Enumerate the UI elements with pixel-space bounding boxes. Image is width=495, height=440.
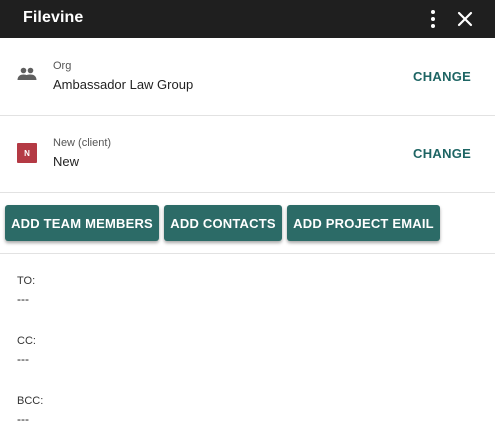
- app-header: Filevine: [0, 0, 495, 38]
- project-row: N New (client) New CHANGE: [0, 116, 495, 193]
- people-icon: [17, 67, 37, 86]
- org-label: Org: [53, 60, 72, 72]
- close-icon[interactable]: [455, 9, 475, 29]
- bcc-value: ---: [17, 412, 29, 426]
- bcc-field: BCC: ---: [17, 395, 477, 426]
- project-badge: N: [17, 143, 37, 163]
- add-contacts-button[interactable]: ADD CONTACTS: [164, 205, 282, 241]
- to-label: TO:: [17, 275, 36, 287]
- bcc-label: BCC:: [17, 395, 44, 407]
- action-bar: ADD TEAM MEMBERS ADD CONTACTS ADD PROJEC…: [0, 193, 495, 254]
- project-label: New (client): [53, 137, 112, 149]
- add-team-members-button[interactable]: ADD TEAM MEMBERS: [5, 205, 159, 241]
- change-org-button[interactable]: CHANGE: [413, 69, 471, 84]
- project-badge-letter: N: [17, 143, 37, 163]
- cc-label: CC:: [17, 335, 36, 347]
- cc-field: CC: ---: [17, 335, 477, 366]
- org-row: Org Ambassador Law Group CHANGE: [0, 38, 495, 116]
- org-name: Ambassador Law Group: [53, 77, 194, 92]
- app-title: Filevine: [23, 9, 84, 26]
- add-project-email-button[interactable]: ADD PROJECT EMAIL: [287, 205, 440, 241]
- change-project-button[interactable]: CHANGE: [413, 146, 471, 161]
- more-vertical-icon[interactable]: [424, 8, 442, 30]
- to-value: ---: [17, 292, 29, 306]
- to-field: TO: ---: [17, 275, 477, 306]
- project-name: New: [53, 154, 80, 169]
- cc-value: ---: [17, 352, 29, 366]
